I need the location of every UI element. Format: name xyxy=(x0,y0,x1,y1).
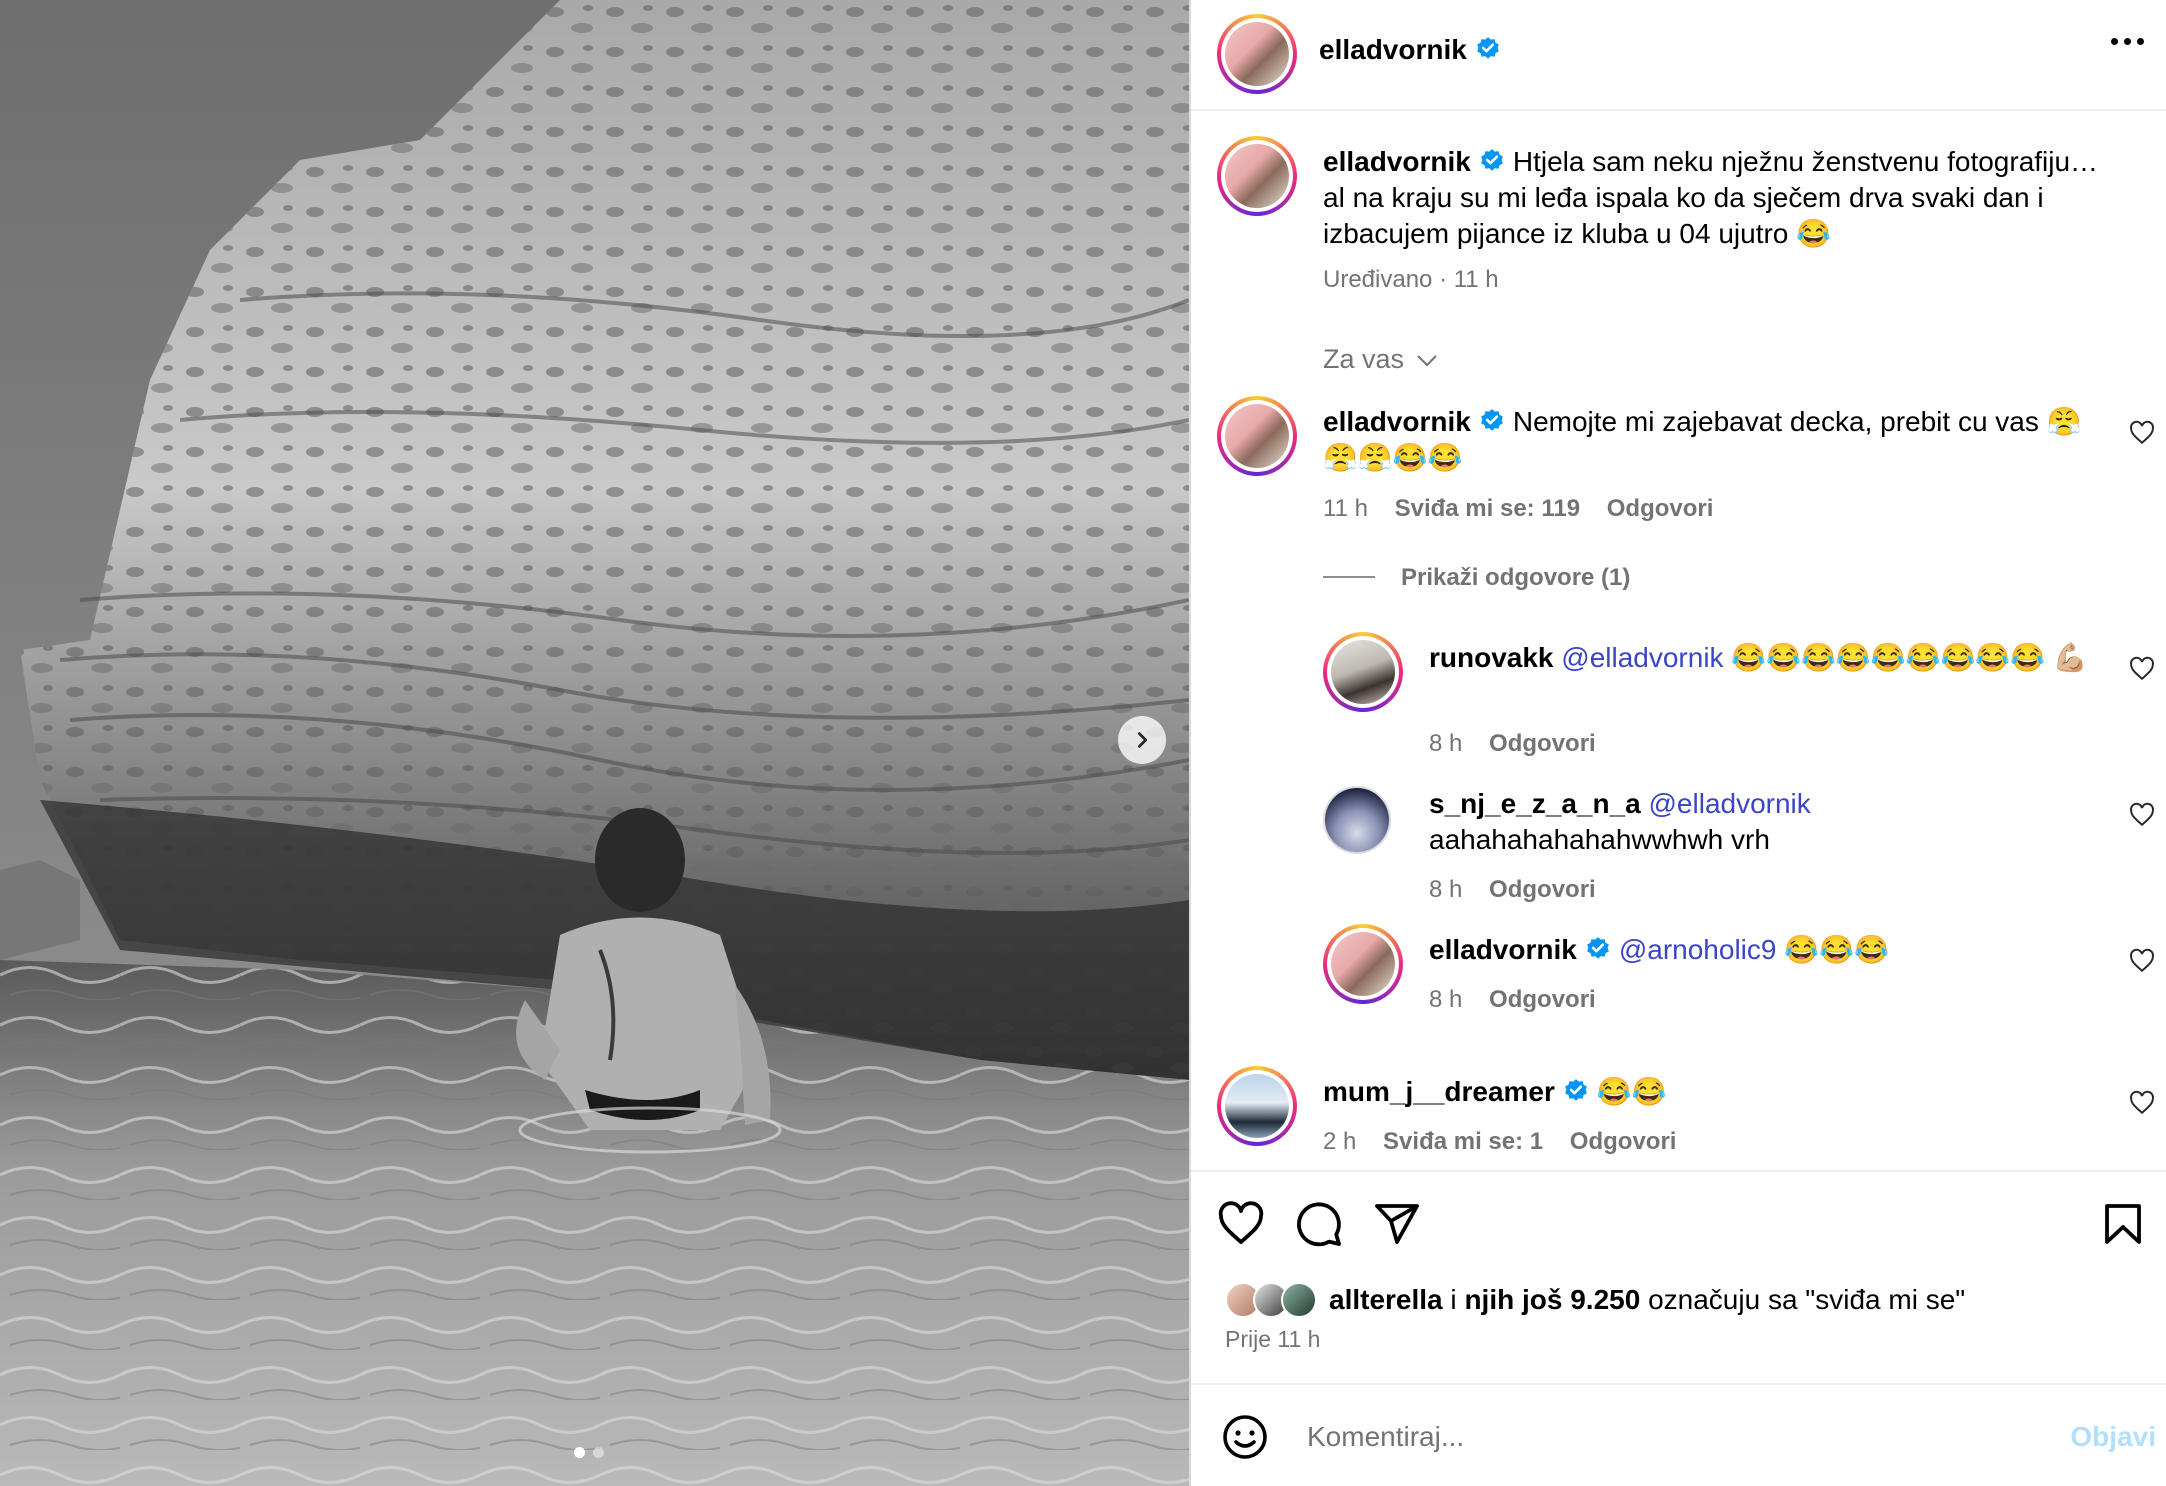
comment: elladvornik Nemojte mi zajebavat decka, p… xyxy=(1323,404,2083,476)
reply-username[interactable]: runovakk xyxy=(1429,642,1554,673)
comment-likes[interactable]: Sviđa mi se: 119 xyxy=(1395,495,1580,522)
reply-mention[interactable]: @arnoholic9 xyxy=(1619,934,1777,965)
reply-username[interactable]: s_nj_e_z_a_n_a xyxy=(1429,788,1641,819)
reply: runovakk @elladvornik 😂😂😂😂😂😂😂😂😂 💪🏼 xyxy=(1429,640,2119,676)
post-photo[interactable] xyxy=(0,0,1189,1486)
verified-badge-icon xyxy=(1565,1079,1587,1101)
view-replies-button[interactable]: Prikaži odgovore (1) xyxy=(1323,564,1630,592)
reply-mention[interactable]: @elladvornik xyxy=(1561,642,1723,673)
header-username-text[interactable]: elladvornik xyxy=(1319,34,1467,65)
avatar[interactable] xyxy=(1217,14,1297,94)
reply-avatar[interactable] xyxy=(1323,786,1391,854)
beach-rock-photo xyxy=(0,0,1189,1486)
likes-count[interactable]: njih još 9.250 xyxy=(1464,1284,1640,1316)
liker-username[interactable]: allterella xyxy=(1329,1284,1443,1316)
like-reply-heart-icon[interactable] xyxy=(2129,948,2155,974)
reply-button[interactable]: Odgovori xyxy=(1489,986,1596,1013)
caption-avatar[interactable] xyxy=(1217,136,1297,216)
reply-username[interactable]: elladvornik xyxy=(1429,934,1577,965)
reply: s_nj_e_z_a_n_a @elladvornik aahahahahaha… xyxy=(1429,786,2119,858)
chevron-down-icon xyxy=(1416,355,1437,367)
reply-avatar[interactable] xyxy=(1323,632,1403,712)
next-photo-button[interactable] xyxy=(1118,716,1166,764)
reply-time: 8 h xyxy=(1429,730,1463,757)
caption-username[interactable]: elladvornik xyxy=(1323,146,1471,177)
reply-text: aahahahahahahwwhwh vrh xyxy=(1429,824,1770,855)
comment-avatar[interactable] xyxy=(1217,396,1297,476)
comment-text: 😂😂 xyxy=(1596,1076,1667,1107)
carousel-dot xyxy=(593,1447,604,1458)
avatar xyxy=(1281,1282,1317,1318)
verified-badge-icon xyxy=(1481,409,1503,431)
verified-badge-icon xyxy=(1587,937,1609,959)
carousel-dot-active xyxy=(574,1447,585,1458)
view-replies-label: Prikaži odgovore (1) xyxy=(1401,564,1631,591)
like-reply-heart-icon[interactable] xyxy=(2129,656,2155,682)
divider xyxy=(1191,1170,2166,1172)
reply-avatar[interactable] xyxy=(1323,924,1403,1004)
reply-button[interactable]: Odgovori xyxy=(1570,1128,1677,1155)
save-bookmark-icon[interactable] xyxy=(2099,1200,2147,1248)
verified-badge-icon xyxy=(1481,149,1503,171)
comment-input[interactable] xyxy=(1307,1415,2027,1459)
post-header: elladvornik xyxy=(1191,0,2166,111)
reply-button[interactable]: Odgovori xyxy=(1489,730,1596,757)
reply-mention[interactable]: @elladvornik xyxy=(1649,788,1811,819)
carousel-dots xyxy=(574,1447,604,1458)
sort-dropdown[interactable]: Za vas xyxy=(1323,344,1438,375)
comment: mum_j__dreamer 😂😂 xyxy=(1323,1074,2083,1110)
like-comment-heart-icon[interactable] xyxy=(2129,420,2155,446)
share-paper-plane-icon[interactable] xyxy=(1373,1200,1421,1248)
emoji-icon[interactable] xyxy=(1221,1413,1269,1461)
like-reply-heart-icon[interactable] xyxy=(2129,802,2155,828)
caption: elladvornik Htjela sam neku nježnu ženstv… xyxy=(1323,144,2123,252)
post-details-panel: elladvornik elladvornik Htjela sam neku n… xyxy=(1189,0,2166,1486)
comment-bubble-icon[interactable] xyxy=(1295,1200,1343,1248)
likes-conjunction: i xyxy=(1450,1284,1457,1315)
like-comment-heart-icon[interactable] xyxy=(2129,1090,2155,1116)
like-heart-icon[interactable] xyxy=(1217,1200,1265,1248)
post-comment-button[interactable]: Objavi xyxy=(2070,1421,2156,1453)
verified-badge-icon xyxy=(1477,37,1499,59)
reply-button[interactable]: Odgovori xyxy=(1607,495,1714,522)
reply-text: 😂😂😂😂😂😂😂😂😂 💪🏼 xyxy=(1731,642,2088,673)
post-time: Prije 11 h xyxy=(1225,1326,1321,1352)
chevron-right-icon xyxy=(1137,732,1148,748)
comment-avatar[interactable] xyxy=(1217,1066,1297,1146)
comment-time: 2 h xyxy=(1323,1128,1357,1155)
comment-username[interactable]: mum_j__dreamer xyxy=(1323,1076,1555,1107)
likes-suffix: označuju sa "sviđa mi se" xyxy=(1648,1284,1966,1315)
reply-time: 8 h xyxy=(1429,986,1463,1013)
sort-label: Za vas xyxy=(1323,344,1405,374)
reply-meta: 8 h Odgovori xyxy=(1429,986,1596,1014)
reply: elladvornik @arnoholic9 😂😂😂 xyxy=(1429,932,2119,968)
caption-meta: Uređivano · 11 h xyxy=(1323,266,1499,293)
comment-likes[interactable]: Sviđa mi se: 1 xyxy=(1383,1128,1543,1155)
reply-meta: 8 h Odgovori xyxy=(1429,876,1596,904)
comment-meta: 2 h Sviđa mi se: 1 Odgovori xyxy=(1323,1128,1676,1156)
comment-box: Objavi xyxy=(1191,1383,2166,1486)
reply-meta: 8 h Odgovori xyxy=(1429,730,1596,758)
comment-username[interactable]: elladvornik xyxy=(1323,406,1471,437)
header-username[interactable]: elladvornik xyxy=(1319,34,1501,66)
reply-text: 😂😂😂 xyxy=(1784,934,1889,965)
more-horizontal-icon xyxy=(2111,38,2118,45)
comment-time: 11 h xyxy=(1323,495,1368,522)
likes-summary: allterella i njih još 9.250 označuju sa … xyxy=(1225,1282,1965,1318)
reply-button[interactable]: Odgovori xyxy=(1489,876,1596,903)
reply-time: 8 h xyxy=(1429,876,1463,903)
comment-meta: 11 h Sviđa mi se: 119 Odgovori xyxy=(1323,495,1713,523)
more-options-button[interactable] xyxy=(2111,38,2144,45)
